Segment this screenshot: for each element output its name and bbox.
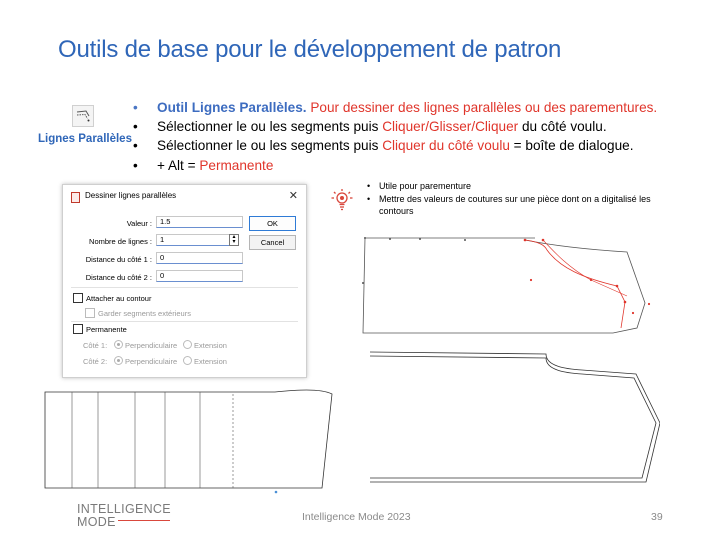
distance-cote1-input[interactable]: 0 — [156, 252, 243, 264]
tool-label: Lignes Parallèles — [38, 133, 132, 145]
nombre-lignes-input[interactable]: 1 — [156, 234, 231, 246]
pattern-top-outline-2 — [362, 237, 613, 334]
page-number: 39 — [651, 511, 663, 523]
tip-2: Mettre des valeurs de coutures sur une p… — [367, 193, 657, 218]
bullet-2-end: du côté voulu. — [518, 119, 607, 135]
bullet-1: Outil Lignes Parallèles. Pour dessiner d… — [133, 98, 713, 117]
pattern-left-lines — [71, 392, 201, 488]
logo-underline — [118, 520, 170, 521]
parallel-line-red — [524, 239, 626, 329]
attacher-checkbox[interactable] — [73, 293, 83, 303]
distance-cote1-label: Distance du côté 1 : — [85, 255, 152, 264]
dialog-title: Dessiner lignes parallèles — [85, 191, 177, 200]
bullet-4-red: Permanente — [199, 157, 274, 173]
cote1-label: Côté 1: — [83, 341, 108, 350]
bullet-3-text: Sélectionner le ou les segments puis — [157, 138, 383, 154]
cote2-extension-radio[interactable] — [183, 356, 192, 365]
bullet-4: + Alt = Permanente — [133, 156, 713, 175]
cote1-extension-radio[interactable] — [183, 340, 192, 349]
parallel-lines-dialog: Dessiner lignes parallèles ✕ Valeur : 1.… — [62, 184, 307, 378]
pattern-left-outline — [44, 389, 333, 489]
bullet-4-text: + Alt = — [157, 157, 200, 173]
slide-title: Outils de base pour le développement de … — [58, 36, 562, 63]
garder-checkbox[interactable] — [85, 308, 95, 318]
bullet-3-red: Cliquer du côté voulu — [382, 138, 510, 154]
pattern-bottom-inner — [369, 351, 660, 483]
tips-list: Utile pour parementure Mettre des valeur… — [367, 180, 657, 218]
close-icon[interactable]: ✕ — [289, 189, 298, 202]
logo-intelligence: INTELLIGENCE — [77, 502, 171, 516]
footer-text: Intelligence Mode 2023 — [302, 511, 411, 523]
gray-points — [362, 237, 466, 284]
ok-button[interactable]: OK — [249, 216, 296, 231]
valeur-label: Valeur : — [126, 219, 152, 228]
nombre-lignes-label: Nombre de lignes : — [89, 237, 152, 246]
dialog-separator — [71, 287, 298, 288]
attacher-label: Attacher au contour — [86, 294, 152, 303]
logo-mode: MODE — [77, 515, 116, 529]
permanente-label: Permanente — [86, 325, 127, 334]
blue-point — [274, 490, 278, 494]
pattern-top-outline-3 — [524, 239, 646, 334]
garder-label: Garder segments extérieurs — [98, 309, 191, 318]
pattern-bottom-outer — [369, 355, 657, 479]
pattern-drawing-top — [362, 237, 651, 334]
permanente-checkbox[interactable] — [73, 324, 83, 334]
pattern-drawing-left — [44, 389, 333, 494]
nombre-lignes-stepper[interactable]: ▴ ▾ — [229, 234, 239, 246]
cote2-perpendiculaire-radio[interactable] — [114, 356, 123, 365]
bullet-2-red: Cliquer/Glisser/Cliquer — [382, 119, 519, 135]
distance-cote2-input[interactable]: 0 — [156, 270, 243, 282]
dialog-titlebar: Dessiner lignes parallèles ✕ — [63, 185, 306, 207]
bullet-3: Sélectionner le ou les segments puis Cli… — [133, 136, 713, 155]
pattern-drawing-bottom — [369, 351, 660, 483]
bullet-2-text: Sélectionner le ou les segments puis — [157, 119, 383, 135]
valeur-input[interactable]: 1.5 — [156, 216, 243, 228]
distance-cote2-label: Distance du côté 2 : — [85, 273, 152, 282]
tip-1: Utile pour parementure — [367, 180, 657, 193]
dialog-app-icon — [71, 192, 80, 203]
bullet-1-red: Pour dessiner des lignes parallèles ou d… — [306, 100, 658, 115]
cote2-label: Côté 2: — [83, 357, 108, 366]
red-points — [523, 238, 651, 315]
bullet-2: Sélectionner le ou les segments puis Cli… — [133, 117, 713, 136]
cote1-extension-label: Extension — [194, 341, 227, 350]
cote1-perpendiculaire-label: Perpendiculaire — [125, 341, 178, 350]
dialog-separator-2 — [71, 321, 298, 322]
parallel-lines-tool-icon[interactable] — [72, 105, 94, 127]
cote2-perpendiculaire-label: Perpendiculaire — [125, 357, 178, 366]
instruction-list: Outil Lignes Parallèles. Pour dessiner d… — [133, 98, 713, 175]
cote1-perpendiculaire-radio[interactable] — [114, 340, 123, 349]
cancel-button[interactable]: Cancel — [249, 235, 296, 250]
bullet-3-end: = boîte de dialogue. — [509, 138, 634, 154]
lightbulb-icon — [331, 189, 353, 211]
cote2-extension-label: Extension — [194, 357, 227, 366]
bullet-1-bold: Outil Lignes Parallèles. — [157, 100, 307, 115]
